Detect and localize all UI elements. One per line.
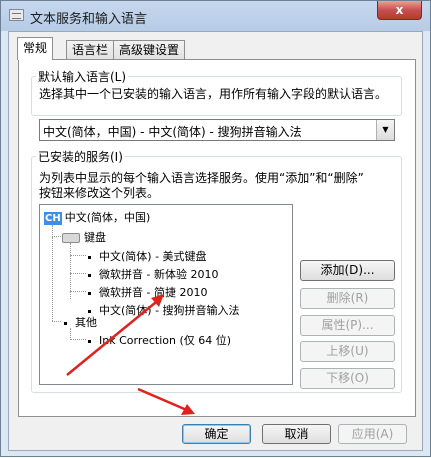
title-bar[interactable]: 文本服务和输入语言 x: [1, 1, 430, 31]
tree-language-node[interactable]: CH 中文(简体，中国): [44, 209, 150, 225]
tree-other-item[interactable]: Ink Correction (仅 64 位): [88, 332, 231, 348]
tree-keyboard-group[interactable]: 键盘: [62, 229, 106, 245]
add-button[interactable]: 添加(D)...: [300, 260, 395, 281]
move-down-button[interactable]: 下移(O): [300, 368, 395, 389]
tab-language-bar[interactable]: 语言栏: [66, 40, 115, 59]
installed-services-tree[interactable]: CH 中文(简体，中国) 键盘 中文(简体) - 美式键盘 微软拼音 - 新体验 …: [39, 204, 293, 385]
tree-keyboard-label: 键盘: [84, 231, 106, 244]
tree-keyboard-item[interactable]: 微软拼音 - 新体验 2010: [88, 266, 218, 282]
tree-language-label: 中文(简体，中国): [64, 211, 151, 224]
apply-button[interactable]: 应用(A): [338, 424, 407, 444]
installed-services-label: 已安装的服务(I): [38, 150, 123, 164]
default-language-description: 选择其中一个已安装的输入语言，用作所有输入字段的默认语言。: [39, 87, 388, 101]
close-button[interactable]: x: [377, 1, 422, 20]
cancel-button[interactable]: 取消: [262, 424, 331, 444]
dialog-window: 文本服务和输入语言 x 常规 语言栏 高级键设置 默认输入语言(L) 选择其中一…: [0, 0, 431, 457]
tab-general[interactable]: 常规: [17, 37, 54, 60]
default-language-label: 默认输入语言(L): [38, 70, 127, 84]
tree-other-label: 其他: [75, 316, 97, 329]
tree-keyboard-item[interactable]: 微软拼音 - 简捷 2010: [88, 284, 207, 300]
properties-button[interactable]: 属性(P)...: [300, 315, 395, 336]
default-language-value: 中文(简体，中国) - 中文(简体) - 搜狗拼音输入法: [43, 125, 302, 139]
keyboard-app-icon: [9, 9, 24, 21]
ok-button[interactable]: 确定: [182, 424, 251, 444]
tree-other-group[interactable]: 其他: [64, 314, 97, 330]
window-title: 文本服务和输入语言: [30, 12, 148, 27]
remove-button[interactable]: 删除(R): [300, 288, 395, 309]
installed-services-description-2: 按钮来修改这个列表。: [39, 186, 160, 200]
tree-keyboard-item[interactable]: 中文(简体) - 美式键盘: [88, 248, 207, 264]
move-up-button[interactable]: 上移(U): [300, 341, 395, 362]
default-language-select[interactable]: 中文(简体，中国) - 中文(简体) - 搜狗拼音输入法 ▼: [39, 119, 395, 141]
tree-keyboard-item[interactable]: 中文(简体) - 搜狗拼音输入法: [88, 302, 240, 318]
language-badge-icon: CH: [44, 212, 62, 225]
keyboard-icon: [62, 233, 80, 243]
tab-advanced-key-settings[interactable]: 高级键设置: [113, 40, 186, 59]
chevron-down-icon[interactable]: ▼: [376, 120, 394, 140]
